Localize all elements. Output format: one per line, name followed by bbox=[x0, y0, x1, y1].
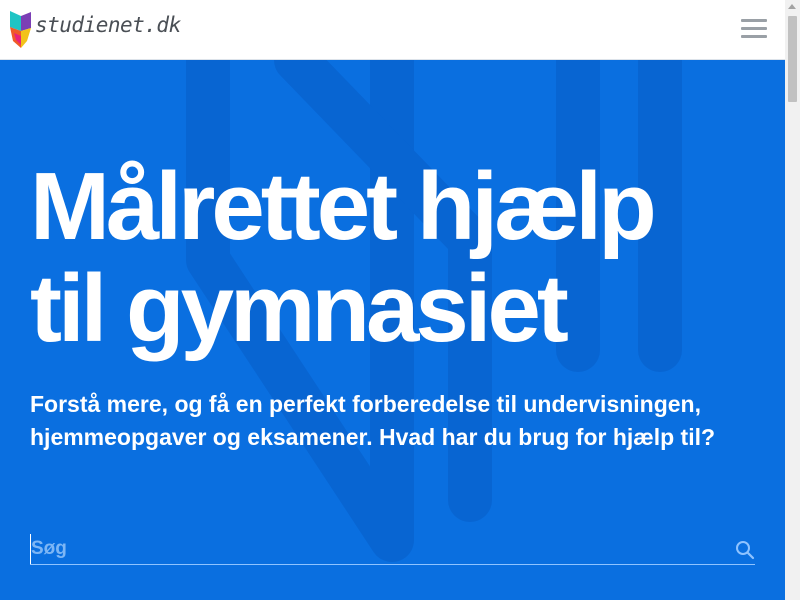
search-icon[interactable] bbox=[735, 540, 755, 560]
top-navigation-bar: studienet.dk bbox=[0, 0, 785, 60]
vertical-scrollbar[interactable] bbox=[785, 0, 800, 600]
scroll-up-arrow-icon[interactable] bbox=[788, 4, 796, 9]
search-bar bbox=[30, 534, 755, 565]
hero-headline: Målrettet hjælp til gymnasiet bbox=[30, 156, 770, 360]
studienet-logo-icon bbox=[10, 11, 31, 48]
logo-text: studienet.dk bbox=[35, 13, 181, 37]
search-input[interactable] bbox=[30, 534, 720, 564]
hero-subtext: Forstå mere, og få en perfekt forberedel… bbox=[30, 391, 716, 450]
headline-line-2: til gymnasiet bbox=[30, 255, 569, 362]
hero-section: Målrettet hjælp til gymnasiet Forstå mer… bbox=[0, 60, 785, 600]
headline-line-1: Målrettet hjælp bbox=[30, 153, 657, 260]
hamburger-menu-icon[interactable] bbox=[741, 19, 767, 41]
scrollbar-thumb[interactable] bbox=[788, 16, 797, 102]
site-logo[interactable]: studienet.dk bbox=[10, 9, 181, 49]
